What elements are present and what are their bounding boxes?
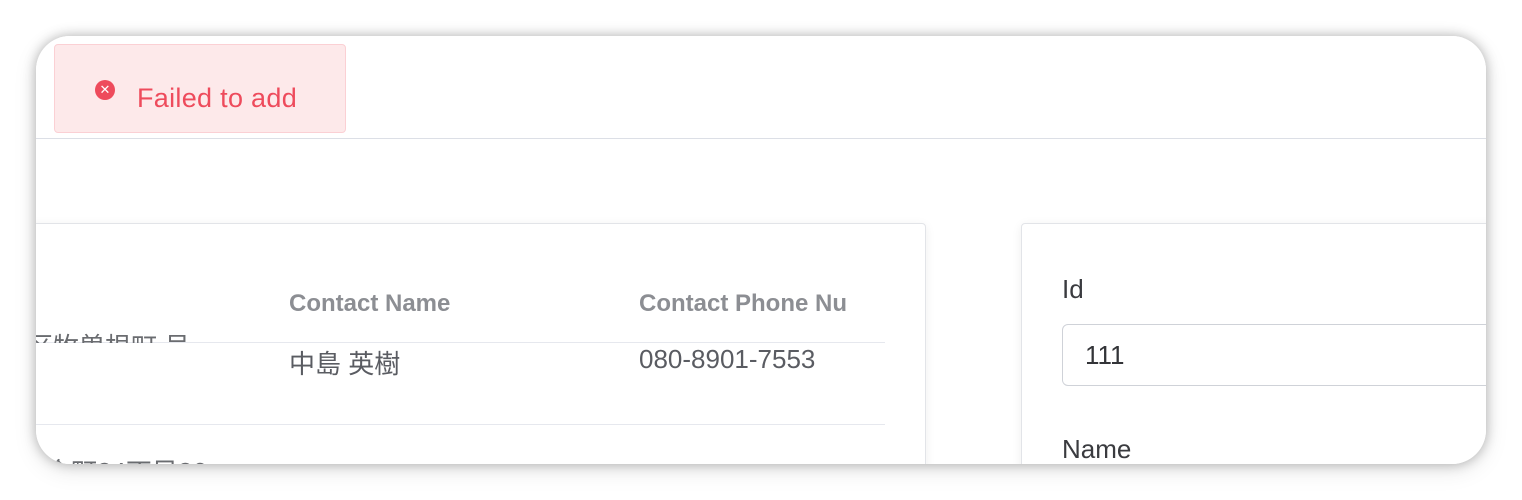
top-bar: ✕ Failed to add <box>36 36 1486 139</box>
table-cell-address: 区牧曽根町 号 <box>36 327 190 343</box>
table-cell-address: 会町24丁目26 <box>45 452 207 464</box>
id-label: Id <box>1062 274 1084 304</box>
id-input[interactable] <box>1062 324 1486 386</box>
table-cell-contact-phone: 080-8901-7553 <box>639 344 816 374</box>
name-label: Name <box>1062 434 1132 464</box>
column-header-contact-name[interactable]: Contact Name <box>289 290 450 318</box>
error-alert: ✕ Failed to add <box>54 44 346 133</box>
error-circle-icon: ✕ <box>95 80 115 100</box>
add-contact-form: Id Name <box>1021 223 1486 464</box>
column-header-contact-phone[interactable]: Contact Phone Nu <box>639 290 885 318</box>
app-window: ✕ Failed to add Contact Name Contact Pho… <box>36 36 1486 464</box>
table-cell-contact-name: 中島 英樹 <box>289 349 401 379</box>
row-divider <box>36 424 885 425</box>
contacts-table: Contact Name Contact Phone Nu 区牧曽根町 号 中島… <box>36 223 926 464</box>
alert-message: Failed to add <box>137 83 298 113</box>
